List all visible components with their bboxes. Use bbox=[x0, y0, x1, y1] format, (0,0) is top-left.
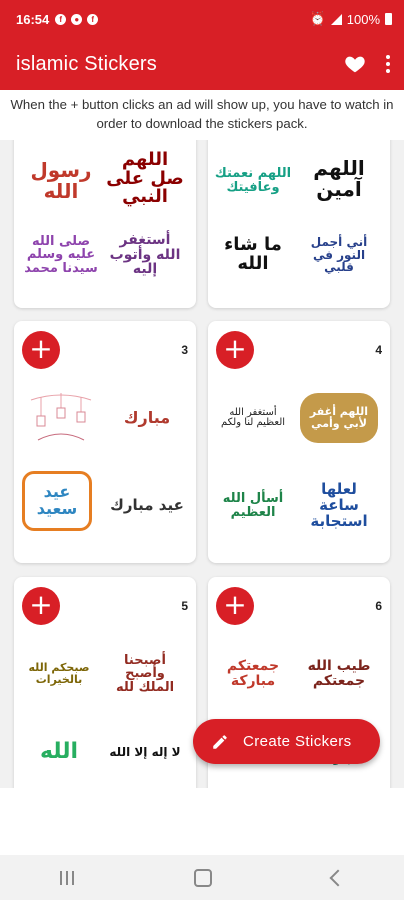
add-pack-button[interactable]: + bbox=[216, 587, 254, 625]
sticker: صبحكم الله بالخيرات bbox=[28, 661, 90, 686]
pack-number: 4 bbox=[375, 343, 382, 357]
sticker: أستغفر الله العظيم لنا ولكم bbox=[220, 406, 286, 428]
create-stickers-button[interactable]: Create Stickers bbox=[193, 719, 380, 764]
pencil-icon bbox=[213, 734, 227, 749]
sticker-pack-card[interactable]: اللهم نعمتك وعافيتك اللهم آمين ما شاء ال… bbox=[208, 140, 390, 308]
sticker: الله bbox=[39, 739, 79, 765]
system-icons: ⏰ 100% bbox=[310, 11, 392, 27]
sticker: عيد مبارك bbox=[110, 496, 184, 515]
battery-icon bbox=[385, 13, 392, 25]
sticker-pack-card[interactable]: رسول الله اللهم صل على النبي صلى الله عل… bbox=[14, 140, 196, 308]
ad-notice-text: When the + button clicks an ad will show… bbox=[10, 97, 394, 131]
pack-number: 6 bbox=[375, 599, 382, 613]
sticker-pack-card[interactable]: + 4 أستغفر الله العظيم لنا ولكم اللهم أغ… bbox=[208, 321, 390, 563]
more-options-icon[interactable] bbox=[384, 55, 392, 73]
sticker: اللهم أغفر لأبي وأمي bbox=[300, 393, 378, 443]
sticker-pack-card[interactable]: + 5 صبحكم الله بالخيرات أصبحنا وأصبح الم… bbox=[14, 577, 196, 788]
facebook-icon: f bbox=[87, 13, 99, 25]
alarm-icon: ⏰ bbox=[309, 11, 326, 26]
sticker: ما شاء الله bbox=[224, 234, 282, 274]
sticker-pack-card[interactable]: + 3 مبارك عيد سعيد عيد مبارك bbox=[14, 321, 196, 563]
home-icon[interactable] bbox=[194, 868, 212, 887]
app-bar: islamic Stickers bbox=[0, 38, 404, 90]
sticker: رسول الله bbox=[30, 158, 92, 203]
sticker: أسأل الله العظيم bbox=[222, 491, 284, 520]
sticker: أصبحنا وأصبح الملك لله bbox=[115, 652, 175, 695]
sticker-pack-grid[interactable]: رسول الله اللهم صل على النبي صلى الله عل… bbox=[0, 140, 404, 788]
sticker: صلى الله عليه وسلم سيدنا محمد bbox=[24, 233, 98, 276]
add-pack-button[interactable]: + bbox=[22, 331, 60, 369]
back-icon[interactable] bbox=[329, 869, 347, 886]
add-pack-button[interactable]: + bbox=[22, 587, 60, 625]
sticker: مبارك bbox=[123, 407, 171, 427]
system-navigation-bar bbox=[0, 855, 404, 900]
sticker: أني أجمل النور في قلبي bbox=[310, 235, 368, 275]
favorites-heart-icon[interactable] bbox=[344, 53, 366, 75]
create-stickers-label: Create Stickers bbox=[243, 733, 352, 750]
ramadan-lanterns-sticker bbox=[22, 383, 100, 453]
facebook-icon: f bbox=[55, 13, 67, 25]
app-title: islamic Stickers bbox=[16, 52, 157, 75]
sticker: اللهم نعمتك وعافيتك bbox=[214, 166, 292, 195]
recents-icon[interactable] bbox=[60, 870, 74, 885]
pack-number: 5 bbox=[181, 599, 188, 613]
status-time: 16:54 bbox=[16, 11, 50, 27]
sticker: جمعتكم مباركة bbox=[226, 658, 280, 689]
sticker: لعلها ساعة استجابة bbox=[310, 480, 368, 530]
signal-icon bbox=[330, 13, 342, 25]
sticker: اللهم صل على النبي bbox=[106, 148, 184, 208]
status-bar: 16:54 f ● f ⏰ 100% bbox=[0, 0, 404, 38]
sticker: أستغفر الله وأتوب إليه bbox=[109, 231, 181, 278]
sticker: اللهم آمين bbox=[313, 156, 365, 201]
notification-icon: ● bbox=[71, 13, 83, 25]
battery-level: 100% bbox=[346, 11, 380, 27]
sticker: عيد سعيد bbox=[22, 471, 92, 531]
sticker: لا إله إلا الله bbox=[109, 744, 181, 759]
sticker: طيب الله جمعتكم bbox=[307, 658, 371, 689]
pack-number: 3 bbox=[181, 343, 188, 357]
add-pack-button[interactable]: + bbox=[216, 331, 254, 369]
notification-icons: f ● f bbox=[55, 13, 99, 25]
